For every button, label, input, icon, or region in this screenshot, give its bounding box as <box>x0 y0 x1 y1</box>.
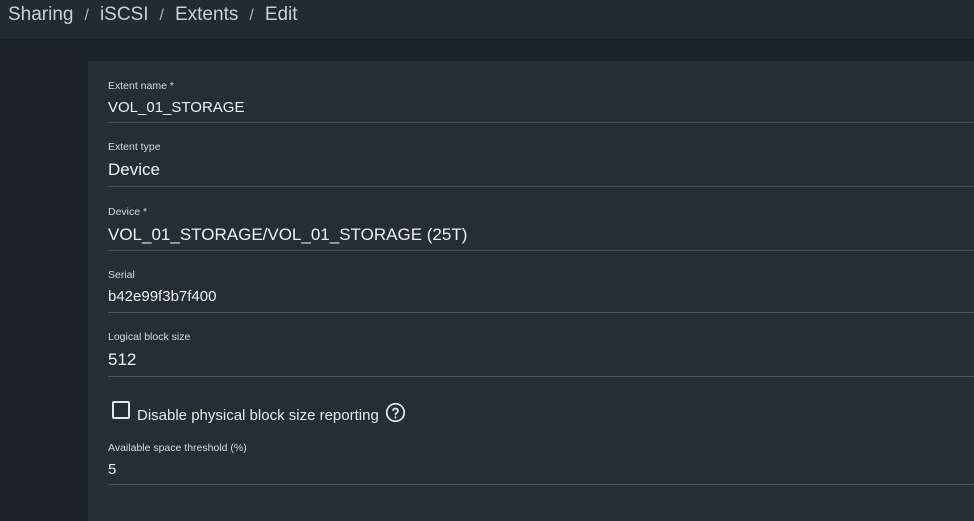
extent-type-label: Extent type <box>108 141 161 153</box>
breadcrumb-extents[interactable]: Extents <box>175 4 238 26</box>
disable-physical-block-label[interactable]: Disable physical block size reporting <box>137 407 379 424</box>
logical-block-size-label: Logical block size <box>108 331 191 343</box>
serial-field[interactable]: Serial b42e99f3b7f400 <box>108 269 974 313</box>
disable-physical-block-row: Disable physical block size reporting <box>112 401 406 424</box>
disable-physical-block-checkbox[interactable] <box>112 401 130 419</box>
topbar: Sharing / iSCSI / Extents / Edit <box>0 0 974 40</box>
extent-type-value[interactable]: Device <box>108 160 974 180</box>
serial-input[interactable]: b42e99f3b7f400 <box>108 288 974 305</box>
extent-edit-form: Extent name * VOL_01_STORAGE Extent type… <box>88 61 974 521</box>
left-gutter <box>0 41 88 512</box>
breadcrumb-iscsi[interactable]: iSCSI <box>100 4 149 26</box>
breadcrumb-sharing[interactable]: Sharing <box>8 4 74 26</box>
breadcrumb-edit: Edit <box>264 4 298 25</box>
logical-block-size-select[interactable]: Logical block size 512 <box>108 331 974 377</box>
space-threshold-field[interactable]: Available space threshold (%) 5 <box>108 442 974 485</box>
help-circle-icon[interactable] <box>385 402 406 423</box>
extent-name-label: Extent name * <box>108 80 174 92</box>
device-select[interactable]: Device * VOL_01_STORAGE/VOL_01_STORAGE (… <box>108 206 974 251</box>
extent-name-field[interactable]: Extent name * VOL_01_STORAGE <box>108 80 974 123</box>
device-value[interactable]: VOL_01_STORAGE/VOL_01_STORAGE (25T) <box>108 225 974 245</box>
breadcrumb-separator: / <box>159 7 164 24</box>
breadcrumb-separator: / <box>249 7 254 24</box>
breadcrumb-separator: / <box>84 7 89 24</box>
space-threshold-label: Available space threshold (%) <box>108 442 247 454</box>
logical-block-size-value[interactable]: 512 <box>108 350 974 370</box>
device-label: Device * <box>108 206 148 218</box>
extent-name-input[interactable]: VOL_01_STORAGE <box>108 99 974 116</box>
extent-type-select[interactable]: Extent type Device <box>108 141 974 187</box>
space-threshold-input[interactable]: 5 <box>108 461 974 478</box>
breadcrumb: Sharing / iSCSI / Extents / Edit <box>8 4 298 26</box>
serial-label: Serial <box>108 269 135 281</box>
